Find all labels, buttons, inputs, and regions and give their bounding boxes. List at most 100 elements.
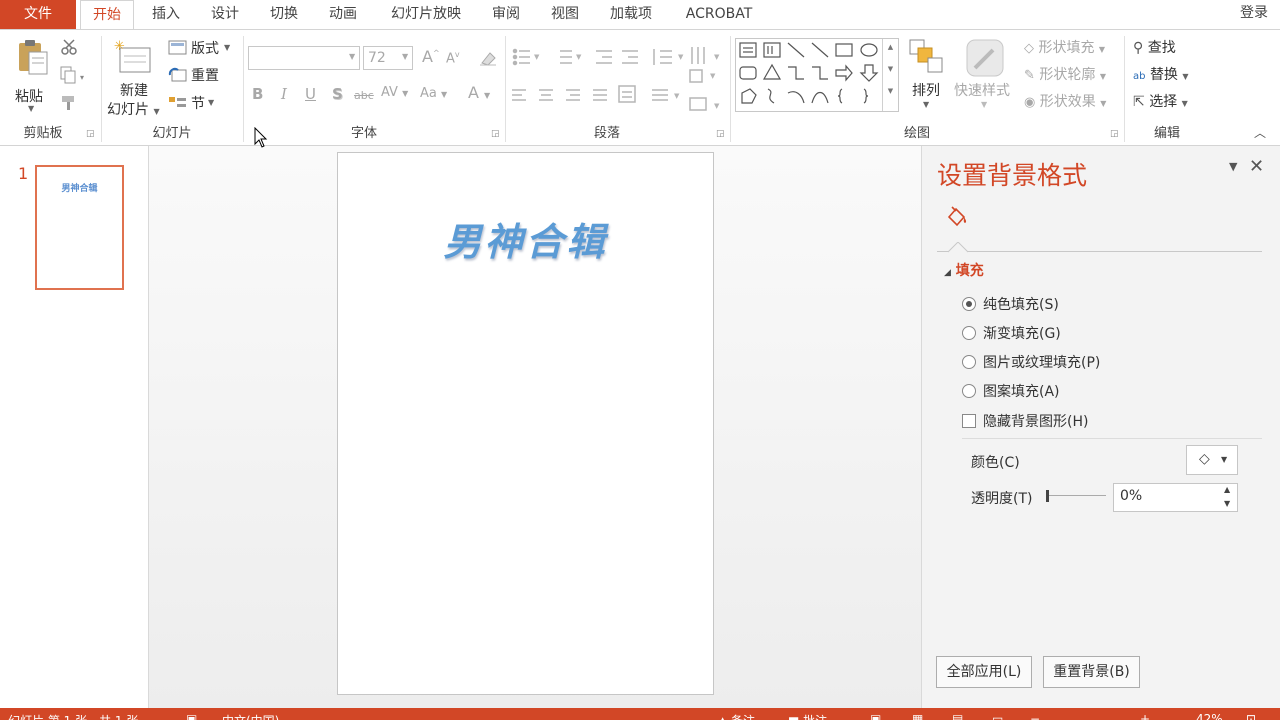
slide-title[interactable]: 男神合辑: [338, 211, 713, 266]
slide-canvas[interactable]: 男神合辑: [337, 152, 714, 695]
ribbon: 粘贴 ▼ ▾ 剪贴板 ◲ ✳ 新建 幻灯片 ▼ 版式 ▼ 重置 节 ▼ 幻灯片: [0, 29, 1280, 146]
collapse-ribbon-icon[interactable]: ︿: [1254, 124, 1266, 141]
font-color-button[interactable]: A ▼: [468, 83, 490, 102]
transparency-input[interactable]: 0% ▲ ▼: [1113, 483, 1238, 512]
replace-button[interactable]: ab 替换 ▼: [1133, 64, 1189, 84]
cursor-icon: ⇱: [1133, 94, 1145, 110]
reading-view-icon[interactable]: ▤: [952, 712, 963, 720]
shape-effects-button[interactable]: ◉ 形状效果 ▼: [1024, 91, 1106, 111]
underline-button[interactable]: U: [305, 85, 316, 103]
chevron-down-icon: ▼: [1100, 99, 1107, 108]
shrink-font-icon[interactable]: Av: [446, 50, 460, 66]
tab-design[interactable]: 设计: [199, 0, 251, 29]
font-size-dropdown[interactable]: 72 ▼: [363, 46, 413, 70]
quick-styles-button[interactable]: 快速样式 ▼: [951, 36, 1017, 122]
tab-insert[interactable]: 插入: [140, 0, 192, 29]
radio-unselected[interactable]: [962, 355, 976, 369]
new-slide-label-2-text: 幻灯片: [107, 102, 149, 118]
drawing-group-label: 绘图: [903, 126, 930, 141]
format-painter-icon[interactable]: [60, 94, 78, 112]
italic-button[interactable]: I: [281, 85, 287, 103]
text-shadow-button[interactable]: S: [332, 85, 343, 103]
scroll-up-icon[interactable]: ▲: [883, 43, 898, 51]
shapes-gallery[interactable]: ▲ ▼ ▼: [735, 38, 899, 112]
gallery-scroll[interactable]: ▲ ▼ ▼: [882, 39, 898, 111]
dialog-launcher-icon[interactable]: ◲: [1110, 129, 1119, 139]
fit-to-window-icon[interactable]: ⊡: [1246, 712, 1256, 720]
new-slide-button[interactable]: ✳ 新建 幻灯片 ▼: [106, 36, 164, 122]
pane-options-icon[interactable]: ▼: [1229, 160, 1237, 173]
radio-unselected[interactable]: [962, 326, 976, 340]
pattern-fill-option[interactable]: 图案填充(A): [962, 381, 1060, 401]
scroll-down-icon[interactable]: ▼: [883, 65, 898, 73]
font-name-dropdown[interactable]: ▼: [248, 46, 360, 70]
language-status[interactable]: 中文(中国): [222, 712, 279, 720]
tab-view[interactable]: 视图: [539, 0, 591, 29]
editing-group-label: 编辑: [1153, 126, 1180, 141]
close-icon[interactable]: ✕: [1249, 156, 1264, 177]
dialog-launcher-icon[interactable]: ◲: [86, 129, 95, 139]
tab-slideshow[interactable]: 幻灯片放映: [376, 0, 476, 29]
copy-icon[interactable]: ▾: [60, 66, 90, 84]
find-button[interactable]: ⚲ 查找: [1133, 37, 1176, 57]
normal-view-icon[interactable]: ▣: [870, 712, 881, 720]
dialog-launcher-icon[interactable]: ◲: [491, 129, 500, 139]
ribbon-tab-bar: 文件 开始 插入 设计 切换 动画 幻灯片放映 审阅 视图 加载项 ACROBA…: [0, 0, 1280, 30]
character-spacing-button[interactable]: AV ▼: [381, 85, 408, 100]
shape-fill-button[interactable]: ◇ 形状填充 ▼: [1024, 37, 1105, 57]
zoom-in-icon[interactable]: +: [1140, 712, 1150, 720]
dialog-launcher-icon[interactable]: ◲: [716, 129, 725, 139]
comments-button[interactable]: ■ 批注: [788, 712, 827, 720]
slideshow-view-icon[interactable]: ▭: [992, 712, 1003, 720]
paste-button[interactable]: 粘贴 ▼: [14, 38, 52, 128]
fill-section-header[interactable]: ◢ 填充: [944, 260, 984, 280]
arrange-button[interactable]: 排列 ▼: [906, 36, 946, 122]
color-picker-button[interactable]: ◇ ▼: [1186, 445, 1238, 475]
picture-fill-option[interactable]: 图片或纹理填充(P): [962, 352, 1100, 372]
tab-addins[interactable]: 加载项: [597, 0, 665, 29]
solid-fill-option[interactable]: 纯色填充(S): [962, 294, 1059, 314]
slide-sorter-icon[interactable]: ▦: [912, 712, 923, 720]
zoom-level[interactable]: 42%: [1196, 712, 1223, 720]
select-button[interactable]: ⇱ 选择 ▼: [1133, 91, 1188, 111]
paragraph-controls[interactable]: ▼ ▼ ▼ ▼ ▼ ▼ ▼: [512, 46, 724, 126]
grow-font-icon[interactable]: A^: [422, 47, 440, 66]
apply-to-all-button[interactable]: 全部应用(L): [936, 656, 1032, 688]
transparency-slider-thumb[interactable]: [1046, 490, 1049, 502]
radio-selected[interactable]: [962, 297, 976, 311]
tab-review[interactable]: 审阅: [480, 0, 532, 29]
zoom-out-icon[interactable]: −: [1030, 712, 1040, 720]
tab-animations[interactable]: 动画: [317, 0, 369, 29]
strikethrough-button[interactable]: abc: [354, 89, 374, 102]
section-label: 节: [191, 96, 205, 112]
reset-background-button[interactable]: 重置背景(B): [1043, 656, 1140, 688]
more-icon[interactable]: ▼: [883, 87, 898, 95]
paint-bucket-icon: ◇: [1024, 41, 1034, 56]
transparency-slider-track[interactable]: [1048, 495, 1106, 496]
tab-home[interactable]: 开始: [80, 0, 134, 30]
cut-icon[interactable]: [60, 38, 78, 56]
clear-formatting-icon[interactable]: [478, 49, 498, 67]
tab-acrobat[interactable]: ACROBAT: [676, 0, 762, 29]
spellcheck-icon[interactable]: ▣: [186, 712, 197, 720]
gradient-fill-option[interactable]: 渐变填充(G): [962, 323, 1061, 343]
layout-icon: [168, 40, 187, 55]
shape-outline-button[interactable]: ✎ 形状轮廓 ▼: [1024, 64, 1106, 84]
change-case-button[interactable]: Aa ▼: [420, 86, 447, 101]
fill-tab-icon[interactable]: [944, 205, 970, 229]
tab-transitions[interactable]: 切换: [258, 0, 310, 29]
notes-button[interactable]: ▲ 备注: [718, 712, 755, 720]
radio-unselected[interactable]: [962, 384, 976, 398]
sign-in-link[interactable]: 登录: [1240, 2, 1268, 22]
tab-pointer: [948, 242, 968, 253]
spin-down-icon[interactable]: ▼: [1224, 499, 1230, 508]
tab-file[interactable]: 文件: [0, 0, 76, 29]
checkbox[interactable]: [962, 414, 976, 428]
slide-thumbnail[interactable]: 男神合辑: [35, 165, 124, 290]
bold-button[interactable]: B: [252, 85, 263, 103]
hide-background-graphics-option[interactable]: 隐藏背景图形(H): [962, 411, 1088, 431]
hide-background-graphics-label: 隐藏背景图形(H): [983, 414, 1089, 430]
slides-group-label: 幻灯片: [152, 126, 192, 141]
spin-up-icon[interactable]: ▲: [1224, 485, 1230, 494]
new-slide-label-1: 新建: [120, 83, 148, 99]
